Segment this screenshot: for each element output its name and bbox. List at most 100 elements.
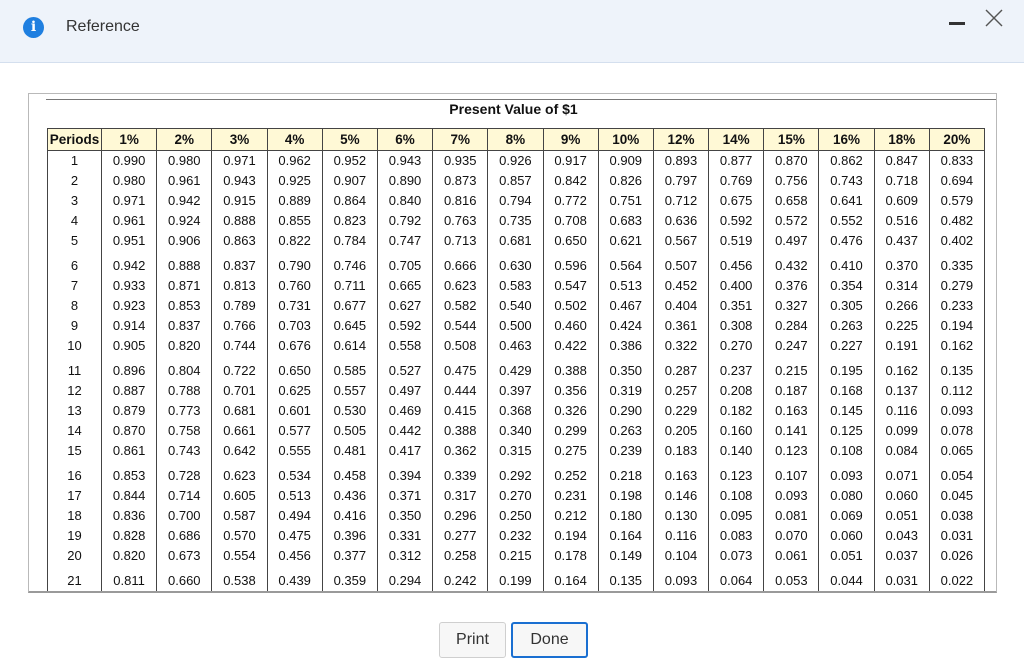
value-cell: 0.980 — [156, 150, 213, 171]
value-cell: 0.376 — [763, 275, 820, 296]
minimize-icon[interactable] — [949, 22, 965, 25]
value-cell: 0.400 — [708, 275, 765, 296]
value-cell: 0.828 — [100, 525, 158, 546]
value-cell: 0.051 — [818, 545, 875, 571]
value-cell: 0.078 — [928, 420, 986, 441]
value-cell: 0.208 — [708, 380, 765, 401]
value-cell: 0.861 — [100, 440, 158, 466]
value-cell: 0.250 — [487, 505, 544, 526]
value-cell: 0.879 — [100, 400, 158, 421]
value-cell: 0.460 — [542, 315, 599, 336]
value-cell: 0.893 — [652, 150, 710, 171]
value-cell: 0.870 — [100, 420, 158, 441]
value-cell: 0.705 — [376, 255, 434, 276]
value-cell: 0.961 — [100, 210, 158, 231]
period-cell: 6 — [47, 255, 102, 276]
value-cell: 0.500 — [487, 315, 544, 336]
value-cell: 0.149 — [597, 545, 654, 571]
value-cell: 0.073 — [708, 545, 765, 571]
value-cell: 0.045 — [928, 485, 986, 506]
done-button[interactable]: Done — [511, 622, 588, 658]
value-cell: 0.198 — [597, 485, 654, 506]
value-cell: 0.452 — [652, 275, 710, 296]
value-cell: 0.758 — [156, 420, 213, 441]
value-cell: 0.572 — [763, 210, 820, 231]
value-cell: 0.370 — [873, 255, 930, 276]
value-cell: 0.396 — [321, 525, 378, 546]
value-cell: 0.410 — [818, 255, 875, 276]
value-cell: 0.952 — [321, 150, 378, 171]
value-cell: 0.544 — [432, 315, 489, 336]
value-cell: 0.439 — [266, 570, 323, 591]
value-cell: 0.053 — [763, 570, 820, 591]
header-rate: 16% — [818, 128, 875, 151]
value-cell: 0.242 — [432, 570, 489, 591]
value-cell: 0.605 — [211, 485, 268, 506]
value-cell: 0.907 — [321, 170, 378, 191]
value-cell: 0.760 — [266, 275, 323, 296]
value-cell: 0.890 — [376, 170, 434, 191]
value-cell: 0.694 — [928, 170, 986, 191]
value-cell: 0.792 — [376, 210, 434, 231]
value-cell: 0.340 — [487, 420, 544, 441]
value-cell: 0.980 — [100, 170, 158, 191]
value-cell: 0.031 — [928, 525, 986, 546]
table-row: 8 0.923 0.853 0.789 0.731 0.677 0.627 0.582 0.54… — [47, 295, 986, 316]
value-cell: 0.570 — [211, 525, 268, 546]
value-cell: 0.218 — [597, 465, 654, 486]
value-cell: 0.614 — [321, 335, 378, 361]
value-cell: 0.162 — [928, 335, 986, 361]
header-rate: 12% — [652, 128, 710, 151]
value-cell: 0.368 — [487, 400, 544, 421]
value-cell: 0.731 — [266, 295, 323, 316]
table-row: 3 0.971 0.942 0.915 0.889 0.864 0.840 0.816 0.79… — [47, 190, 986, 211]
value-cell: 0.093 — [763, 485, 820, 506]
value-cell: 0.125 — [818, 420, 875, 441]
value-cell: 0.163 — [652, 465, 710, 486]
value-cell: 0.592 — [708, 210, 765, 231]
header-rate: 15% — [763, 128, 820, 151]
print-button[interactable]: Print — [439, 622, 506, 658]
value-cell: 0.183 — [652, 440, 710, 466]
value-cell: 0.335 — [928, 255, 986, 276]
value-cell: 0.943 — [211, 170, 268, 191]
value-cell: 0.666 — [432, 255, 489, 276]
value-cell: 0.677 — [321, 295, 378, 316]
value-cell: 0.833 — [928, 150, 986, 171]
value-cell: 0.540 — [487, 295, 544, 316]
value-cell: 0.853 — [156, 295, 213, 316]
value-cell: 0.093 — [818, 465, 875, 486]
value-cell: 0.889 — [266, 190, 323, 211]
close-icon[interactable] — [984, 8, 1004, 28]
value-cell: 0.458 — [321, 465, 378, 486]
value-cell: 0.145 — [818, 400, 875, 421]
value-cell: 0.896 — [100, 360, 158, 381]
value-cell: 0.187 — [763, 380, 820, 401]
value-cell: 0.587 — [211, 505, 268, 526]
value-cell: 0.840 — [376, 190, 434, 211]
value-cell: 0.794 — [487, 190, 544, 211]
value-cell: 0.534 — [266, 465, 323, 486]
value-cell: 0.326 — [542, 400, 599, 421]
value-cell: 0.231 — [542, 485, 599, 506]
value-cell: 0.108 — [708, 485, 765, 506]
value-cell: 0.555 — [266, 440, 323, 466]
value-cell: 0.820 — [100, 545, 158, 571]
value-cell: 0.909 — [597, 150, 654, 171]
value-cell: 0.327 — [763, 295, 820, 316]
value-cell: 0.681 — [487, 230, 544, 256]
value-cell: 0.194 — [542, 525, 599, 546]
value-cell: 0.038 — [928, 505, 986, 526]
value-cell: 0.339 — [432, 465, 489, 486]
value-cell: 0.942 — [156, 190, 213, 211]
value-cell: 0.713 — [432, 230, 489, 256]
value-cell: 0.596 — [542, 255, 599, 276]
table-row: 11 0.896 0.804 0.722 0.650 0.585 0.527 0.475 0.4… — [47, 360, 986, 381]
value-cell: 0.404 — [652, 295, 710, 316]
period-cell: 20 — [47, 545, 102, 571]
value-cell: 0.711 — [321, 275, 378, 296]
value-cell: 0.044 — [818, 570, 875, 591]
period-cell: 1 — [47, 150, 102, 171]
value-cell: 0.857 — [487, 170, 544, 191]
value-cell: 0.292 — [487, 465, 544, 486]
